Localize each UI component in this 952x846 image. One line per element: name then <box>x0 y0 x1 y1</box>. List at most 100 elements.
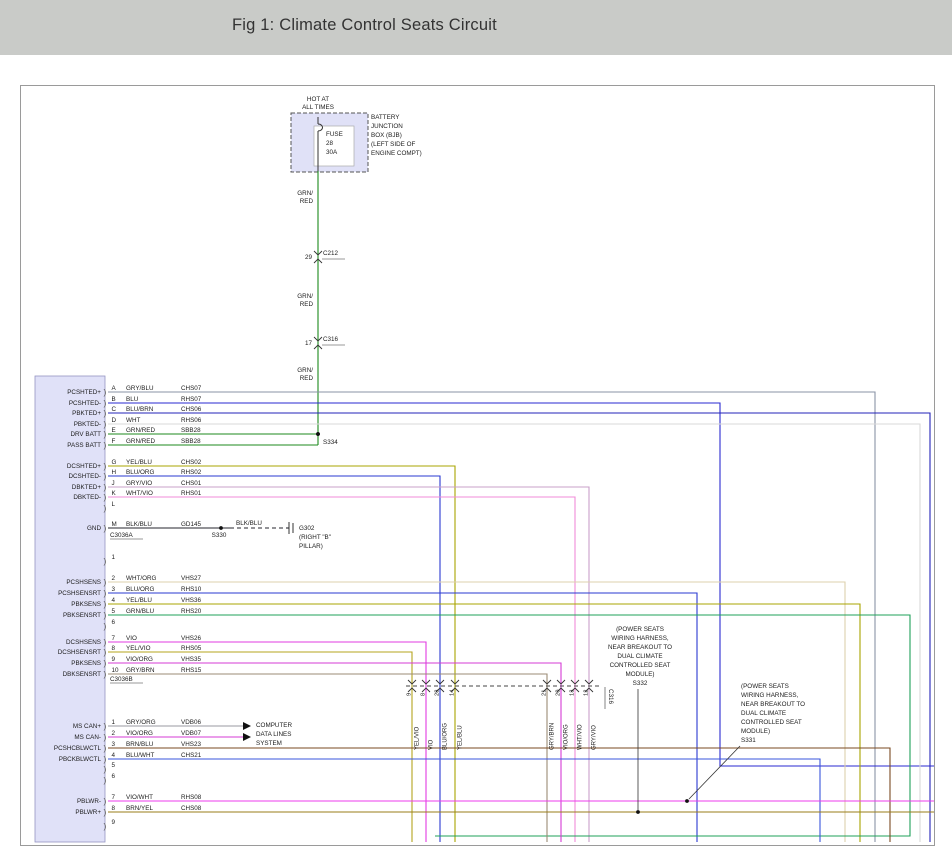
pin-circuit-number: VHS35 <box>181 656 201 663</box>
c316-wire-label: VIO <box>429 739 435 750</box>
pin-bracket-icon: ) <box>104 647 107 657</box>
ground-location: PILLAR) <box>299 543 323 550</box>
signal-name: PCSHSENSRT <box>58 590 101 597</box>
annotation-text: WIRING HARNESS, <box>611 635 669 642</box>
signal-name: PBCKBLWCTL <box>59 756 102 763</box>
splice-dot <box>219 526 223 530</box>
pin-circuit-number: SBB28 <box>181 438 201 445</box>
signal-name: PBKTED- <box>74 421 101 428</box>
pin-circuit-number: VDB07 <box>181 730 201 737</box>
signal-name: DBKTED- <box>73 494 101 501</box>
splice-label: S332 <box>633 680 648 687</box>
c316-wire-label: WHT/VIO <box>578 724 584 750</box>
signal-name: PCSHTED+ <box>67 389 101 396</box>
pin-circuit-number: RHS20 <box>181 608 202 615</box>
pin-circuit-number: CHS02 <box>181 459 202 466</box>
inline-connector-name: C212 <box>323 250 339 257</box>
pin-circuit-number: VHS27 <box>181 575 201 582</box>
pin-wire-color: BLU/WHT <box>126 752 154 759</box>
pin-wire-color: BLU/ORG <box>126 586 154 593</box>
pin-id: 8 <box>112 805 116 812</box>
ground-location: (RIGHT "B" <box>299 534 331 541</box>
annotation-text: (POWER SEATS <box>741 683 789 690</box>
splice-label: S330 <box>212 532 227 539</box>
signal-name: PBLWR+ <box>75 809 101 816</box>
signal-name: PCSHSENS <box>66 579 101 586</box>
pin-id: 9 <box>112 656 116 663</box>
signal-name: PBLWR- <box>77 798 101 805</box>
computer-data-lines-label: DATA LINES <box>256 731 291 738</box>
pin-id: L <box>112 501 116 508</box>
pin-circuit-number: CHS21 <box>181 752 202 759</box>
pin-bracket-icon: ) <box>104 503 107 513</box>
pin-id: 2 <box>112 730 116 737</box>
wire-color-label: GRN/ <box>297 293 313 300</box>
pin-bracket-icon: ) <box>104 621 107 631</box>
signal-name: DBKSENSRT <box>63 671 102 678</box>
pin-circuit-number: VDB06 <box>181 719 201 726</box>
pin-id: 6 <box>112 773 116 780</box>
pin-id: 7 <box>112 635 116 642</box>
pin-circuit-number: RHS06 <box>181 417 202 424</box>
fuse-label: 28 <box>326 140 334 147</box>
pin-id: 2 <box>112 575 116 582</box>
pin-bracket-icon: ) <box>104 556 107 566</box>
c316-pin-number: 28 <box>435 690 441 696</box>
pin-bracket-icon: ) <box>104 419 107 429</box>
ground-name: G302 <box>299 525 315 532</box>
signal-name: PCSHCBLWCTL <box>54 745 102 752</box>
wire-color-label: BLK/BLU <box>236 520 262 527</box>
pin-wire-color: WHT/VIO <box>126 490 153 497</box>
c316-pin-number: 20 <box>556 690 562 696</box>
computer-data-lines-label: COMPUTER <box>256 722 292 729</box>
annotation-text: DUAL CLIMATE <box>741 710 786 717</box>
pin-bracket-icon: ) <box>104 764 107 774</box>
signal-name: PBKSENS <box>71 601 101 608</box>
pin-id: 6 <box>112 619 116 626</box>
pin-wire-color: WHT/ORG <box>126 575 157 582</box>
signal-name: DRV BATT <box>70 431 101 438</box>
pin-bracket-icon: ) <box>104 482 107 492</box>
pin-wire-color: YEL/BLU <box>126 597 152 604</box>
inline-connector-pin: 17 <box>305 340 313 347</box>
pin-id: 3 <box>112 586 116 593</box>
pin-wire-color: VIO/ORG <box>126 656 153 663</box>
pin-bracket-icon: ) <box>104 408 107 418</box>
signal-name: MS CAN- <box>74 734 101 741</box>
c316-wire-label: GRY/BRN <box>550 723 556 750</box>
figure-header: Fig 1: Climate Control Seats Circuit <box>0 0 952 55</box>
c316-pin-number: 8 <box>421 693 427 696</box>
pin-id: J <box>112 480 115 487</box>
wire-color-label: GRN/ <box>297 190 313 197</box>
pin-bracket-icon: ) <box>104 669 107 679</box>
pin-circuit-number: RHS05 <box>181 645 202 652</box>
pin-id: 4 <box>112 752 116 759</box>
pin-bracket-icon: ) <box>104 743 107 753</box>
signal-name: PBKSENS <box>71 660 101 667</box>
signal-name: GND <box>87 525 101 532</box>
connector-name: C3036A <box>110 532 134 539</box>
pin-bracket-icon: ) <box>104 732 107 742</box>
splice-label: S331 <box>741 737 756 744</box>
pin-wire-color: VIO <box>126 635 137 642</box>
signal-name: MS CAN+ <box>73 723 101 730</box>
pin-bracket-icon: ) <box>104 440 107 450</box>
pin-circuit-number: RHS02 <box>181 469 202 476</box>
pin-id: C <box>112 406 117 413</box>
pin-bracket-icon: ) <box>104 599 107 609</box>
pin-bracket-icon: ) <box>104 461 107 471</box>
pin-wire-color: GRY/VIO <box>126 480 152 487</box>
hot-at-all-times-label: ALL TIMES <box>302 104 334 111</box>
pin-wire-color: VIO/WHT <box>126 794 153 801</box>
c316-pin-number: 21 <box>542 690 548 696</box>
pin-bracket-icon: ) <box>104 754 107 764</box>
fuse-label: 30A <box>326 149 338 156</box>
pin-id: H <box>112 469 117 476</box>
c316-pin-number: 9 <box>407 693 413 696</box>
annotation-text: (POWER SEATS <box>616 626 664 633</box>
pin-circuit-number: RHS07 <box>181 396 202 403</box>
pin-id: F <box>112 438 116 445</box>
wire-color-label: GRN/ <box>297 367 313 374</box>
pin-id: 1 <box>112 554 116 561</box>
pin-wire-color: BLU <box>126 396 139 403</box>
